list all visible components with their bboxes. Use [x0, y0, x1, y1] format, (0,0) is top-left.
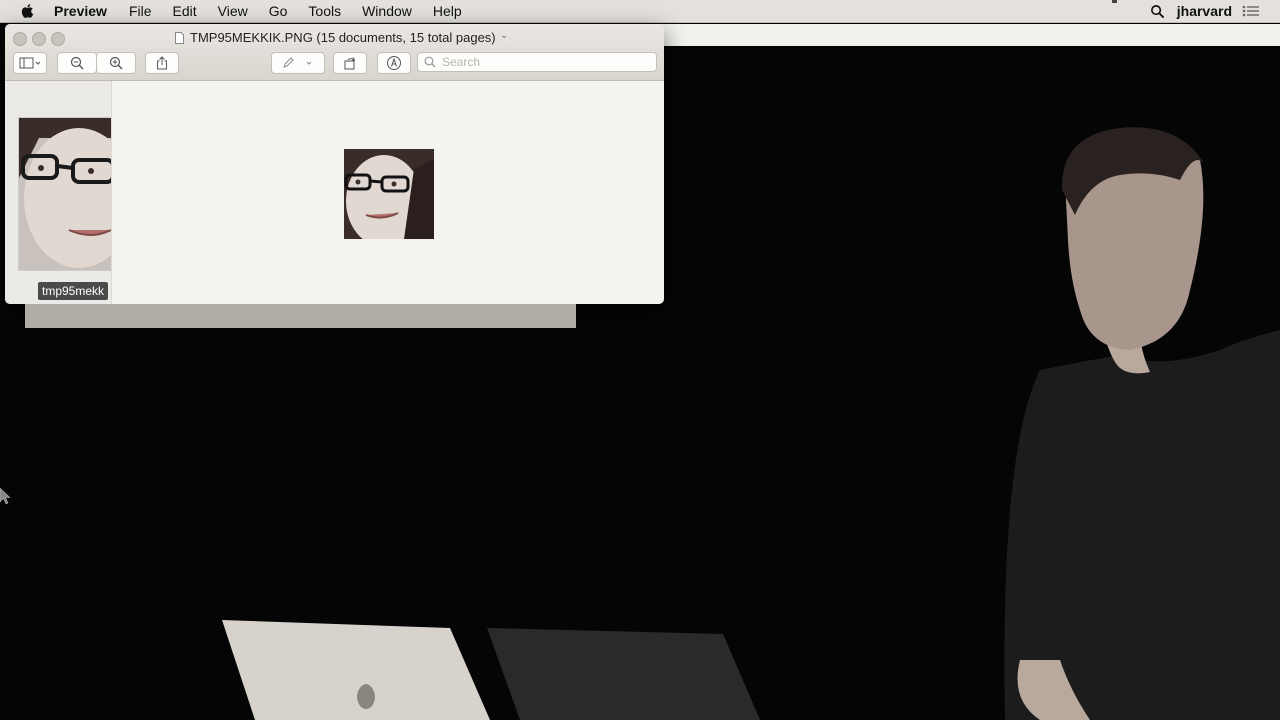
- window-titlebar[interactable]: TMP95MEKKIK.PNG (15 documents, 15 total …: [5, 24, 664, 81]
- document-image: [344, 149, 434, 239]
- rotate-button[interactable]: [333, 52, 367, 74]
- menu-bar: Preview File Edit View Go Tools Window H…: [0, 0, 1280, 23]
- markup-toolbar-button[interactable]: [377, 52, 411, 74]
- zoom-out-button[interactable]: [57, 52, 97, 74]
- sidebar-icon: [19, 57, 41, 69]
- window-title[interactable]: TMP95MEKKIK.PNG (15 documents, 15 total …: [190, 30, 496, 45]
- menu-go[interactable]: Go: [269, 3, 288, 19]
- menu-file[interactable]: File: [129, 3, 152, 19]
- markup-icon: [387, 56, 401, 70]
- thumbnail-filename-label[interactable]: tmp95mekk: [38, 282, 109, 300]
- portrait-image: [344, 149, 434, 239]
- page-thumbnail[interactable]: [19, 118, 111, 270]
- title-chevron-down-icon[interactable]: ⌄: [500, 30, 508, 41]
- user-account-menu[interactable]: jharvard: [1177, 3, 1232, 19]
- preview-window: TMP95MEKKIK.PNG (15 documents, 15 total …: [5, 24, 664, 304]
- document-icon: [175, 32, 184, 44]
- menu-window[interactable]: Window: [362, 3, 412, 19]
- laptop-right: [487, 628, 760, 720]
- zoom-in-button[interactable]: [96, 52, 136, 74]
- menubar-status-area: jharvard: [1150, 0, 1280, 22]
- zoom-out-icon: [70, 56, 84, 70]
- menu-view[interactable]: View: [218, 3, 248, 19]
- apple-menu-icon[interactable]: [20, 3, 36, 19]
- background-window-strip: [575, 24, 1280, 46]
- spotlight-search-icon[interactable]: [1150, 4, 1165, 19]
- search-field[interactable]: [417, 52, 657, 72]
- zoom-window-button[interactable]: [51, 32, 65, 46]
- menu-tools[interactable]: Tools: [308, 3, 341, 19]
- menu-help[interactable]: Help: [433, 3, 462, 19]
- share-button[interactable]: [145, 52, 179, 74]
- zoom-in-icon: [109, 56, 123, 70]
- thumbnail-sidebar[interactable]: tmp95mekk: [5, 81, 112, 304]
- share-icon: [157, 56, 167, 70]
- notification-center-icon[interactable]: [1242, 4, 1260, 18]
- pen-icon: [283, 57, 312, 68]
- mouse-cursor-icon: [0, 488, 10, 504]
- background-window-edge: [25, 304, 576, 328]
- sidebar-toggle-button[interactable]: [13, 52, 47, 74]
- minimize-window-button[interactable]: [32, 32, 46, 46]
- search-input[interactable]: [440, 54, 644, 70]
- menubar-status-item: [1112, 0, 1117, 3]
- close-window-button[interactable]: [13, 32, 27, 46]
- menu-app-preview[interactable]: Preview: [54, 3, 107, 19]
- laptop-left: [222, 620, 490, 720]
- presenter-figure: [1004, 127, 1280, 720]
- rotate-icon: [344, 57, 356, 70]
- pen-tool-button[interactable]: [271, 52, 325, 74]
- search-icon: [424, 56, 436, 68]
- portrait-thumbnail-image: [19, 118, 111, 270]
- menu-edit[interactable]: Edit: [173, 3, 197, 19]
